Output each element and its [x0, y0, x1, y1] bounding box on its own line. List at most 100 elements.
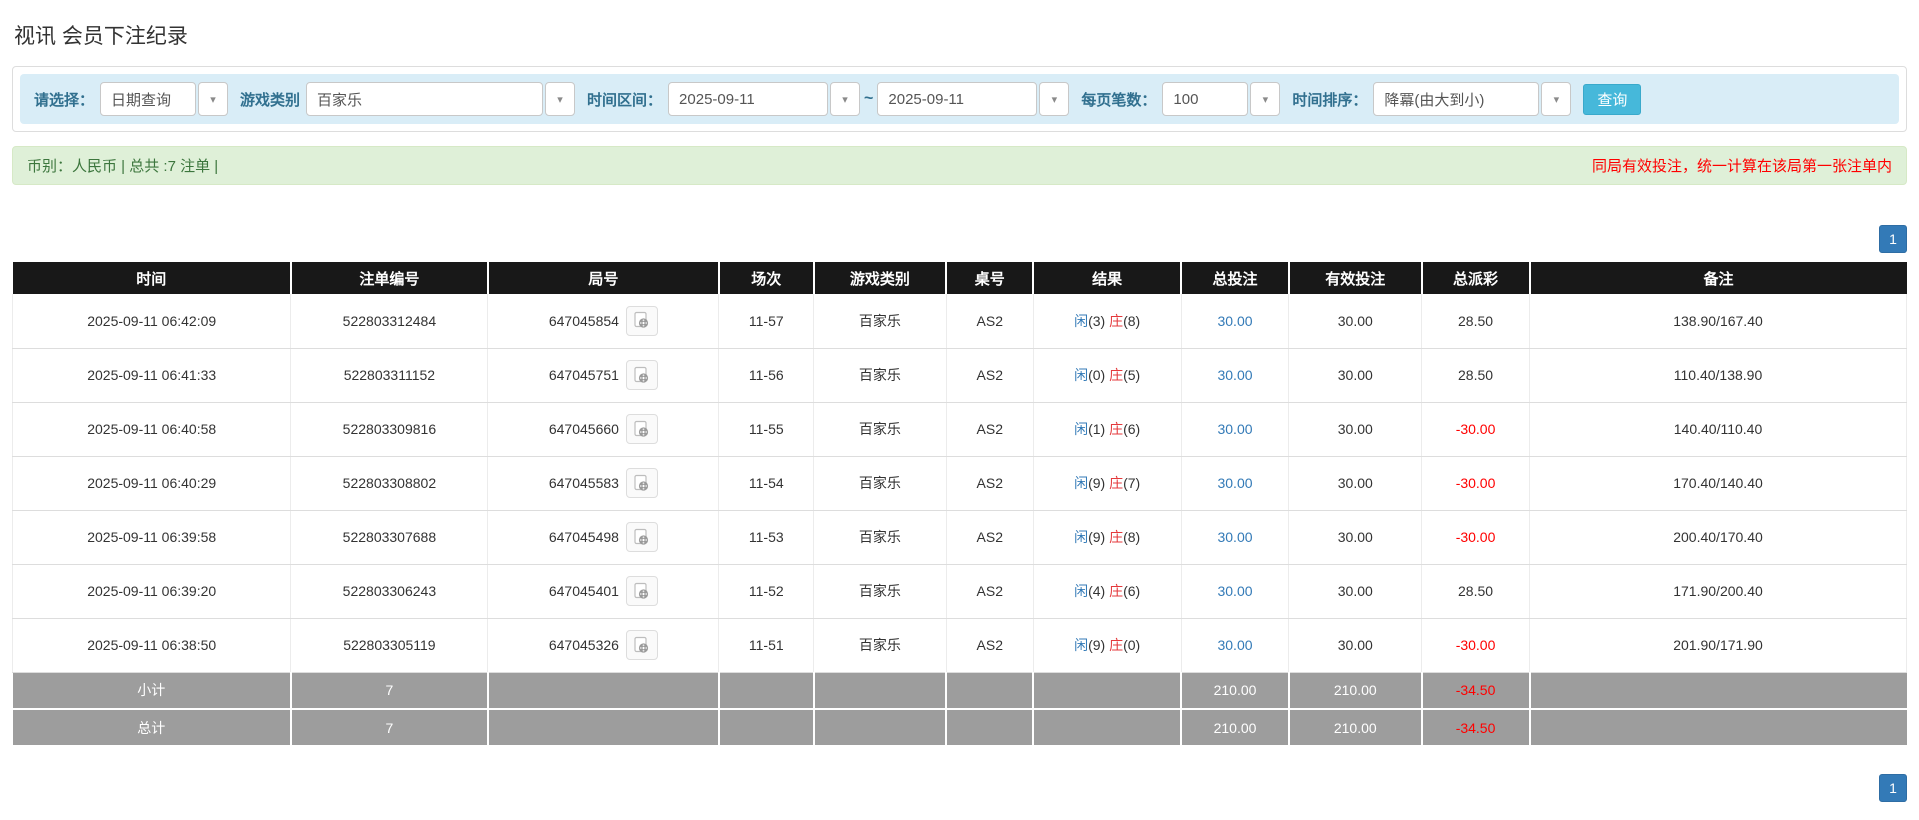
game-type-select[interactable]: 百家乐 ▾	[306, 82, 576, 116]
cell-table-no: AS2	[946, 564, 1034, 619]
result-player-label: 闲	[1074, 529, 1089, 545]
date-from-select[interactable]: 2025-09-11 ▾	[668, 82, 861, 116]
result-player-score: (1)	[1088, 421, 1106, 437]
header-remark: 备注	[1529, 262, 1907, 294]
result-banker-label: 庄	[1109, 583, 1124, 599]
time-sort-value[interactable]: 降冪(由大到小)	[1373, 82, 1540, 116]
video-replay-button[interactable]	[625, 468, 658, 498]
total-bet-link[interactable]: 30.00	[1217, 583, 1252, 599]
query-type-select[interactable]: 日期查询 ▾	[100, 82, 229, 116]
query-type-value[interactable]: 日期查询	[100, 82, 197, 116]
film-icon	[632, 636, 651, 655]
cell-bet-id: 522803311152	[290, 348, 489, 403]
cell-bet-id: 522803306243	[290, 564, 489, 619]
header-table-no: 桌号	[946, 262, 1035, 294]
chevron-down-icon[interactable]: ▾	[1039, 82, 1070, 116]
cell-game-type: 百家乐	[813, 510, 947, 565]
chevron-down-icon[interactable]: ▾	[830, 82, 861, 116]
cell-session: 11-52	[718, 564, 815, 619]
cell-valid-bet: 30.00	[1288, 402, 1423, 457]
table-header-row: 时间 注单编号 局号 场次 游戏类别 桌号 结果 总投注 有效投注 总派彩 备注	[12, 262, 1907, 294]
header-round-id: 局号	[487, 262, 720, 294]
cell-total-bet: 30.00	[1181, 510, 1290, 565]
cell-game-type: 百家乐	[813, 456, 947, 511]
video-replay-button[interactable]	[625, 522, 658, 552]
round-id-value: 647045401	[548, 583, 619, 599]
table-row: 2025-09-11 06:40:58 522803309816 6470456…	[11, 402, 1907, 457]
per-page-select[interactable]: 100 ▾	[1162, 82, 1281, 116]
result-player-label: 闲	[1074, 637, 1089, 653]
video-replay-button[interactable]	[625, 630, 658, 660]
total-bet-link[interactable]: 30.00	[1217, 367, 1252, 383]
video-replay-button[interactable]	[625, 305, 658, 336]
total-bet-link[interactable]: 30.00	[1217, 475, 1252, 491]
cell-payout: -30.00	[1421, 618, 1531, 673]
total-bet-link[interactable]: 30.00	[1217, 421, 1252, 437]
cell-round-id: 647045660	[487, 402, 720, 457]
chevron-down-icon[interactable]: ▾	[198, 82, 229, 116]
header-time: 时间	[12, 262, 292, 294]
header-session: 场次	[718, 262, 815, 294]
result-banker-label: 庄	[1109, 367, 1124, 383]
result-player-label: 闲	[1074, 583, 1089, 599]
video-replay-button[interactable]	[625, 576, 658, 606]
chevron-down-icon[interactable]: ▾	[1541, 82, 1572, 116]
result-banker-label: 庄	[1109, 312, 1124, 329]
cell-game-type: 百家乐	[813, 618, 947, 673]
video-replay-button[interactable]	[625, 414, 658, 444]
table-row: 2025-09-11 06:40:29 522803308802 6470455…	[11, 456, 1907, 511]
cell-payout: 28.50	[1421, 564, 1531, 619]
chevron-down-icon[interactable]: ▾	[545, 82, 576, 116]
table-row: 2025-09-11 06:39:58 522803307688 6470454…	[11, 510, 1907, 565]
cell-remark: 138.90/167.40	[1529, 294, 1907, 349]
cell-round-id: 647045751	[487, 348, 720, 403]
cell-total-bet: 30.00	[1181, 456, 1290, 511]
cell-time: 2025-09-11 06:38:50	[11, 618, 292, 673]
table-row: 2025-09-11 06:42:09 522803312484 6470458…	[11, 294, 1907, 349]
query-type-label: 请选择：	[34, 91, 95, 109]
total-bet-link[interactable]: 30.00	[1217, 529, 1252, 545]
result-player-label: 闲	[1074, 312, 1089, 329]
total-bet-link[interactable]: 30.00	[1217, 313, 1252, 329]
cell-result: 闲(9) 庄(7)	[1033, 456, 1182, 511]
cell-round-id: 647045854	[487, 294, 720, 349]
cell-time: 2025-09-11 06:42:09	[11, 294, 292, 349]
date-from-value[interactable]: 2025-09-11	[668, 82, 829, 116]
cell-session: 11-56	[718, 348, 815, 403]
pagination-page-1[interactable]: 1	[1879, 774, 1907, 802]
game-type-value[interactable]: 百家乐	[306, 82, 544, 116]
total-bet-link[interactable]: 30.00	[1217, 637, 1252, 653]
table-row: 2025-09-11 06:39:20 522803306243 6470454…	[11, 564, 1907, 619]
summary-bar: 币别：人民币 | 总共 :7 注单 | 同局有效投注，统一计算在该局第一张注单内	[12, 146, 1907, 185]
result-banker-label: 庄	[1109, 637, 1124, 653]
time-sort-select[interactable]: 降冪(由大到小) ▾	[1373, 82, 1572, 116]
cell-remark: 171.90/200.40	[1529, 564, 1907, 619]
cell-round-id: 647045498	[487, 510, 720, 565]
per-page-value[interactable]: 100	[1162, 82, 1249, 116]
date-to-value[interactable]: 2025-09-11	[877, 82, 1038, 116]
grand-total-label: 总计	[12, 709, 292, 747]
film-icon	[632, 366, 651, 385]
date-to-select[interactable]: 2025-09-11 ▾	[877, 82, 1070, 116]
range-separator: ~	[864, 90, 874, 107]
cell-game-type: 百家乐	[813, 564, 947, 619]
video-replay-button[interactable]	[625, 360, 658, 390]
cell-result: 闲(9) 庄(8)	[1033, 510, 1182, 565]
cell-result: 闲(4) 庄(6)	[1033, 564, 1182, 619]
chevron-down-icon[interactable]: ▾	[1250, 82, 1281, 116]
game-type-label: 游戏类别	[240, 91, 301, 109]
cell-session: 11-55	[718, 402, 815, 457]
header-valid-bet: 有效投注	[1288, 262, 1423, 294]
filter-panel: 请选择： 日期查询 ▾ 游戏类别 百家乐 ▾ 时间区间： 2025-09-11 …	[12, 66, 1907, 132]
result-banker-score: (6)	[1123, 421, 1141, 437]
header-bet-id: 注单编号	[290, 262, 489, 294]
pagination-page-1[interactable]: 1	[1879, 225, 1907, 253]
cell-result: 闲(3) 庄(8)	[1033, 294, 1182, 349]
cell-bet-id: 522803308802	[290, 456, 489, 511]
time-sort-label: 时间排序：	[1292, 91, 1368, 109]
round-id-value: 647045854	[548, 312, 619, 329]
cell-remark: 170.40/140.40	[1529, 456, 1907, 511]
cell-total-bet: 30.00	[1181, 618, 1290, 673]
cell-valid-bet: 30.00	[1288, 294, 1423, 349]
query-button[interactable]: 查询	[1583, 83, 1642, 115]
